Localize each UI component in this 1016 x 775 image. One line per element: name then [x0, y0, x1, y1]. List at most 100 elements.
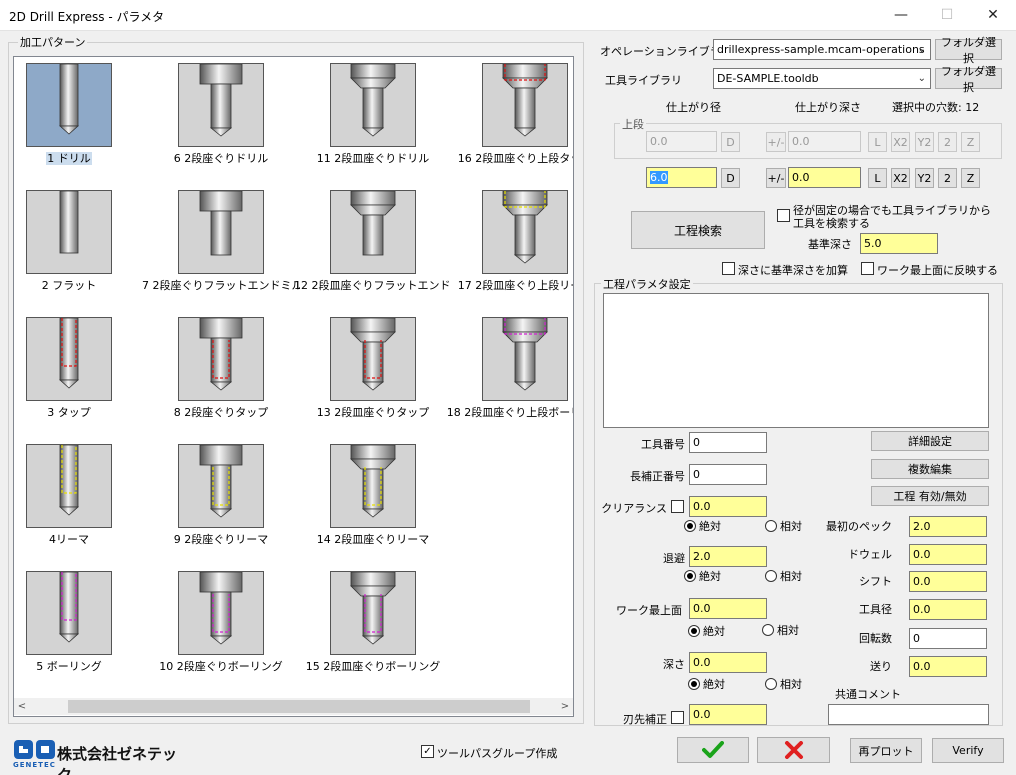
title-bar: 2D Drill Express - パラメタ — ☐ ✕: [0, 0, 1016, 31]
operation-search-button[interactable]: 工程検索: [631, 211, 765, 249]
operation-library-select[interactable]: drillexpress-sample.mcam-operations ⌄: [713, 39, 931, 60]
pattern-list[interactable]: 1 ドリル 6 2段座ぐりドリル 11 2段皿座ぐりドリル 16 2段皿座ぐり上段タッ…: [13, 56, 574, 717]
pattern-tile[interactable]: 12 2段皿座ぐりフラットエンドミル: [294, 184, 452, 299]
tool-number-input[interactable]: 0: [689, 432, 767, 453]
depth-absolute-radio[interactable]: 絶対: [688, 676, 725, 692]
scrollbar-thumb[interactable]: [68, 700, 530, 713]
pattern-horizontal-scrollbar[interactable]: < >: [14, 698, 573, 715]
reflect-top-checkbox[interactable]: [861, 262, 874, 275]
radio-on-icon: [688, 625, 700, 637]
pattern-tile[interactable]: 15 2段皿座ぐりボーリング: [294, 565, 444, 680]
tip-comp-input[interactable]: 0.0: [689, 704, 767, 725]
retract-input[interactable]: 2.0: [689, 546, 767, 567]
diameter-d-button[interactable]: D: [721, 168, 740, 188]
pattern-tile[interactable]: 6 2段座ぐりドリル: [142, 57, 292, 172]
pattern-tile[interactable]: 4リーマ: [14, 438, 140, 553]
operation-folder-button[interactable]: フォルダ選択: [935, 36, 1002, 65]
rpm-label: 回転数: [859, 632, 892, 645]
radio-on-icon: [688, 678, 700, 690]
pattern-tile[interactable]: 18 2段皿座ぐり上段ボーリング: [446, 311, 573, 426]
upper-depth-z-button[interactable]: Z: [961, 132, 980, 152]
pattern-label: 12 2段皿座ぐりフラットエンドミル: [294, 279, 452, 292]
work-top-incremental-radio[interactable]: 相対: [762, 622, 799, 638]
multi-edit-button[interactable]: 複数編集: [871, 459, 989, 479]
main-depth-l-button[interactable]: L: [868, 168, 887, 188]
retract-incremental-radio[interactable]: 相対: [765, 568, 802, 584]
upper-depth-input[interactable]: 0.0: [788, 131, 861, 152]
upper-depth-l-button[interactable]: L: [868, 132, 887, 152]
pattern-label: 14 2段皿座ぐりリーマ: [316, 533, 430, 546]
retract-absolute-radio[interactable]: 絶対: [684, 568, 721, 584]
work-top-absolute-radio[interactable]: 絶対: [688, 623, 725, 639]
pattern-tile[interactable]: 11 2段皿座ぐりドリル: [294, 57, 444, 172]
upper-depth-y2-button[interactable]: Y2: [915, 132, 934, 152]
clearance-checkbox[interactable]: [671, 500, 684, 513]
tool-library-select[interactable]: DE-SAMPLE.tooldb ⌄: [713, 68, 931, 89]
pattern-tile[interactable]: 3 タップ: [14, 311, 140, 426]
pattern-label: 17 2段皿座ぐり上段リーマ: [457, 279, 573, 292]
pattern-tile[interactable]: 13 2段皿座ぐりタップ: [294, 311, 444, 426]
upper-plus-minus-button[interactable]: +/-: [766, 132, 786, 152]
main-depth-z-button[interactable]: Z: [961, 168, 980, 188]
radio-label: 絶対: [699, 520, 721, 533]
main-depth-2-button[interactable]: 2: [938, 168, 957, 188]
clearance-input[interactable]: 0.0: [689, 496, 767, 517]
operation-list-box[interactable]: [603, 293, 989, 428]
replot-button[interactable]: 再プロット: [850, 738, 922, 763]
radio-label: 絶対: [703, 678, 725, 691]
pattern-tile[interactable]: 5 ボーリング: [14, 565, 140, 680]
add-reference-depth-checkbox[interactable]: [722, 262, 735, 275]
scroll-right-icon[interactable]: >: [557, 698, 573, 715]
upper-diameter-input[interactable]: 0.0: [646, 131, 717, 152]
pattern-tile[interactable]: 9 2段座ぐりリーマ: [142, 438, 292, 553]
shift-input[interactable]: 0.0: [909, 571, 987, 592]
pattern-tile[interactable]: 16 2段皿座ぐり上段タップ: [446, 57, 573, 172]
clearance-incremental-radio[interactable]: 相対: [765, 518, 802, 534]
pattern-tile[interactable]: 2 フラット: [14, 184, 140, 299]
work-top-input[interactable]: 0.0: [689, 598, 767, 619]
pattern-thumbnail-icon: [26, 63, 112, 147]
logo-sub-text: GENETEC: [13, 761, 56, 769]
pattern-tile[interactable]: 1 ドリル: [14, 57, 140, 172]
verify-button[interactable]: Verify: [932, 738, 1004, 763]
pattern-tile[interactable]: 8 2段座ぐりタップ: [142, 311, 292, 426]
first-peck-input[interactable]: 2.0: [909, 516, 987, 537]
depth-incremental-radio[interactable]: 相対: [765, 676, 802, 692]
close-button[interactable]: ✕: [970, 0, 1016, 31]
clearance-absolute-radio[interactable]: 絶対: [684, 518, 721, 534]
toolpath-group-checkbox[interactable]: ✓: [421, 745, 434, 758]
upper-depth-2-button[interactable]: 2: [938, 132, 957, 152]
selected-hole-count: 選択中の穴数: 12: [892, 101, 980, 114]
length-comp-input[interactable]: 0: [689, 464, 767, 485]
main-depth-x2-button[interactable]: X2: [891, 168, 910, 188]
feed-label: 送り: [870, 660, 892, 673]
maximize-button[interactable]: ☐: [924, 0, 970, 31]
pattern-tile[interactable]: 14 2段皿座ぐりリーマ: [294, 438, 444, 553]
main-depth-y2-button[interactable]: Y2: [915, 168, 934, 188]
pattern-tile[interactable]: 10 2段座ぐりボーリング: [142, 565, 292, 680]
cancel-button[interactable]: [757, 737, 830, 763]
rpm-input[interactable]: 0: [909, 628, 987, 649]
tool-folder-button[interactable]: フォルダ選択: [935, 65, 1002, 94]
pattern-thumbnail-icon: [330, 63, 416, 147]
tip-comp-checkbox[interactable]: [671, 711, 684, 724]
detail-settings-button[interactable]: 詳細設定: [871, 431, 989, 451]
pattern-tile[interactable]: 17 2段皿座ぐり上段リーマ: [446, 184, 573, 299]
fixed-diameter-checkbox[interactable]: [777, 209, 790, 222]
pattern-tile[interactable]: 7 2段座ぐりフラットエンドミル: [142, 184, 300, 299]
toggle-operation-button[interactable]: 工程 有効/無効: [871, 486, 989, 506]
depth-input[interactable]: 0.0: [689, 652, 767, 673]
reference-depth-input[interactable]: 5.0: [860, 233, 938, 254]
scroll-left-icon[interactable]: <: [14, 698, 30, 715]
minimize-button[interactable]: —: [878, 0, 924, 31]
ok-button[interactable]: [677, 737, 749, 763]
depth-plus-minus-button[interactable]: +/-: [766, 168, 786, 188]
finish-diameter-input[interactable]: 6.0: [646, 167, 717, 188]
upper-depth-x2-button[interactable]: X2: [891, 132, 910, 152]
finish-depth-input[interactable]: 0.0: [788, 167, 861, 188]
feed-input[interactable]: 0.0: [909, 656, 987, 677]
common-comment-input[interactable]: [828, 704, 989, 725]
tool-diameter-input[interactable]: 0.0: [909, 599, 987, 620]
upper-d-button[interactable]: D: [721, 132, 740, 152]
dwell-input[interactable]: 0.0: [909, 544, 987, 565]
